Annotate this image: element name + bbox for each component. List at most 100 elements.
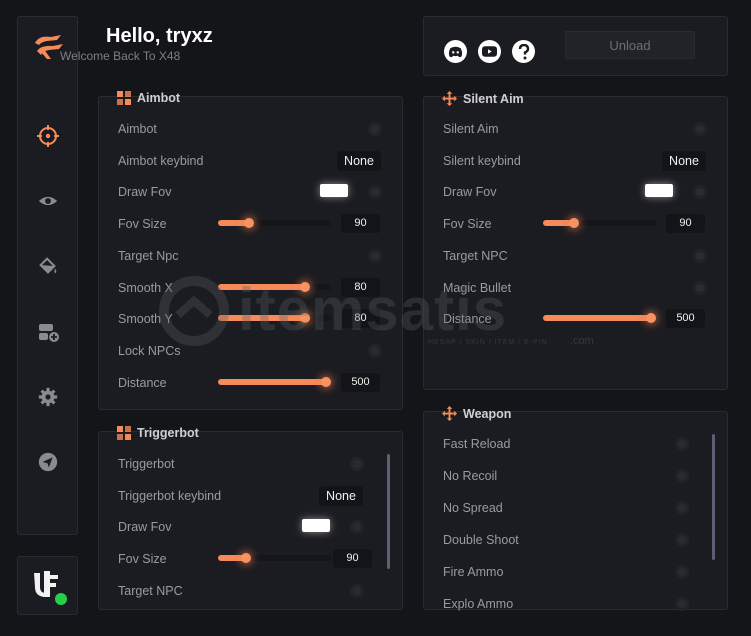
slider-track[interactable]: [218, 376, 332, 387]
toggle-switch[interactable]: [693, 122, 707, 136]
triggerbot-scrollbar[interactable]: [387, 454, 390, 569]
help-button[interactable]: [512, 40, 535, 63]
grid-icon: [117, 426, 131, 440]
setting-label: Silent keybind: [443, 153, 521, 168]
sidebar: [17, 16, 78, 535]
color-swatch[interactable]: [320, 184, 348, 198]
setting-row: Magic Bullet: [443, 278, 727, 298]
setting-row: Fast Reload: [443, 434, 709, 454]
toggle-switch[interactable]: [675, 501, 689, 515]
toggle-switch[interactable]: [368, 122, 382, 136]
setting-label: Triggerbot: [118, 457, 175, 471]
slider-thumb[interactable]: [300, 313, 310, 324]
setting-row: Fov Size 90: [443, 214, 727, 234]
youtube-icon: [482, 46, 497, 57]
nav-visuals[interactable]: [36, 189, 60, 213]
slider-track[interactable]: [218, 313, 331, 324]
slider-thumb[interactable]: [568, 218, 579, 229]
aimbot-header: Aimbot: [117, 91, 180, 105]
setting-row: Target NPC: [118, 581, 384, 601]
setting-row: No Recoil: [443, 466, 709, 486]
toggle-switch[interactable]: [693, 185, 707, 200]
setting-row: Smooth Y 80: [118, 309, 402, 329]
setting-label: Fov Size: [118, 217, 167, 232]
slider-track[interactable]: [543, 313, 657, 324]
slider-value[interactable]: 90: [333, 549, 372, 569]
setting-label: Double Shoot: [443, 533, 519, 547]
setting-row: Target Npc: [118, 246, 402, 266]
toggle-switch[interactable]: [368, 343, 382, 358]
triggerbot-panel: Triggerbot Triggerbot Triggerbot keybind N…: [98, 426, 403, 610]
slider-track[interactable]: [218, 281, 331, 292]
slider-track[interactable]: [218, 218, 331, 229]
toggle-switch[interactable]: [368, 248, 382, 263]
move-icon: [442, 406, 457, 421]
color-swatch[interactable]: [645, 184, 673, 198]
paint-bucket-icon: [39, 257, 57, 274]
slider-track[interactable]: [543, 218, 656, 229]
toggle-switch[interactable]: [368, 185, 382, 200]
setting-label: Target Npc: [118, 248, 179, 263]
unload-button[interactable]: Unload: [565, 31, 695, 59]
toggle-switch[interactable]: [675, 437, 689, 451]
toggle-switch[interactable]: [693, 248, 707, 263]
slider-value[interactable]: 80: [341, 277, 380, 297]
toggle-switch[interactable]: [350, 457, 364, 471]
setting-row: Target NPC: [443, 246, 727, 266]
keybind-button[interactable]: None: [319, 485, 363, 506]
online-status-dot: [55, 593, 67, 605]
nav-items[interactable]: [36, 320, 60, 344]
nav-aimbot[interactable]: [36, 124, 60, 148]
slider-value[interactable]: 500: [341, 372, 380, 392]
nav-colors[interactable]: [36, 254, 60, 278]
setting-row: Aimbot: [118, 119, 402, 139]
slider-thumb[interactable]: [321, 376, 332, 387]
slider-fill: [543, 315, 652, 322]
nav-settings[interactable]: [36, 385, 60, 409]
setting-row: Silent keybind None: [443, 150, 727, 171]
triggerbot-header: Triggerbot: [117, 426, 199, 440]
toggle-switch[interactable]: [693, 280, 707, 295]
toggle-switch[interactable]: [350, 583, 364, 598]
toggle-switch[interactable]: [675, 597, 689, 611]
slider-value[interactable]: 500: [666, 309, 705, 329]
setting-label: Explo Ammo: [443, 597, 514, 611]
setting-row: Fov Size 90: [118, 214, 402, 234]
setting-label: Draw Fov: [118, 520, 172, 535]
youtube-button[interactable]: [478, 40, 501, 63]
nav-send[interactable]: [36, 450, 60, 474]
welcome-text: Welcome Back To X48: [60, 49, 181, 63]
aimbot-title: Aimbot: [137, 91, 181, 105]
setting-row: Triggerbot keybind None: [118, 485, 384, 506]
toggle-switch[interactable]: [350, 520, 364, 535]
color-swatch[interactable]: [302, 519, 330, 533]
slider-value[interactable]: 90: [666, 214, 705, 234]
eye-icon: [38, 196, 58, 206]
discord-button[interactable]: [444, 40, 467, 63]
slider-value[interactable]: 80: [341, 309, 380, 329]
weapon-title: Weapon: [463, 406, 512, 421]
setting-label: Silent Aim: [443, 122, 499, 136]
slider-value[interactable]: 90: [341, 214, 380, 234]
setting-label: Magic Bullet: [443, 280, 512, 295]
toggle-switch[interactable]: [675, 469, 689, 483]
slider-track[interactable]: [218, 553, 331, 564]
slider-fill: [218, 315, 305, 322]
setting-row: Double Shoot: [443, 530, 709, 550]
slider-thumb[interactable]: [243, 218, 254, 229]
setting-row: Smooth X 80: [118, 277, 402, 298]
silent-aim-header: Silent Aim: [442, 91, 524, 106]
keybind-button[interactable]: None: [662, 150, 706, 171]
crosshair-icon: [37, 125, 59, 147]
weapon-scrollbar[interactable]: [712, 434, 715, 560]
discord-icon: [448, 46, 463, 57]
toggle-switch[interactable]: [675, 565, 689, 579]
weapon-panel: Weapon Fast Reload No Recoil No Spread Doub…: [423, 406, 728, 611]
keybind-button[interactable]: None: [337, 150, 381, 171]
slider-thumb[interactable]: [300, 281, 310, 292]
gear-icon: [38, 387, 58, 407]
slider-thumb[interactable]: [646, 313, 657, 324]
slider-thumb[interactable]: [241, 553, 252, 564]
toggle-switch[interactable]: [675, 533, 689, 547]
slider-fill: [218, 283, 305, 290]
